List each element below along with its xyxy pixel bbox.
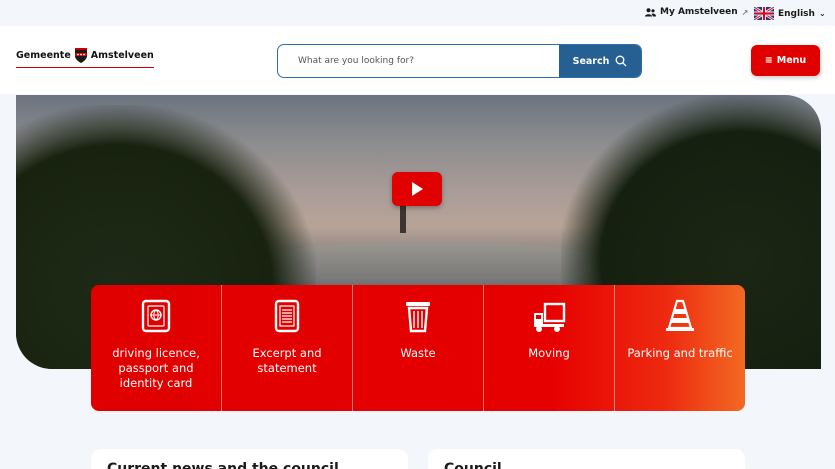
service-tiles: driving licence, passport and identity c… xyxy=(91,285,745,411)
council-card-title: Council xyxy=(444,461,502,469)
logo-text-left: Gemeente xyxy=(16,50,71,61)
users-icon xyxy=(645,7,656,16)
menu-button[interactable]: ≡ Menu xyxy=(751,45,820,76)
logo-text-right: Amstelveen xyxy=(90,50,154,61)
search-icon xyxy=(615,55,627,67)
traffic-cone-icon xyxy=(666,299,694,331)
trash-bin-icon xyxy=(406,302,430,333)
hero-church-tower xyxy=(400,205,406,233)
chevron-down-icon: ⌄ xyxy=(818,9,826,18)
coat-of-arms-icon xyxy=(74,47,87,63)
tile-label: driving licence, passport and identity c… xyxy=(112,346,200,390)
document-icon xyxy=(274,299,300,333)
utility-bar: My Amstelveen ↗ English ⌄ xyxy=(0,0,835,26)
council-card[interactable]: Council xyxy=(428,449,745,469)
site-header: Gemeente Amstelveen Search ≡ Menu xyxy=(0,26,835,94)
tile-label: Waste xyxy=(400,346,436,360)
moving-truck-icon xyxy=(534,302,566,332)
uk-flag-icon xyxy=(754,7,774,20)
tile-waste[interactable]: Waste xyxy=(353,285,484,411)
passport-icon xyxy=(141,299,171,333)
my-amstelveen-label: My Amstelveen xyxy=(660,7,738,17)
tile-moving[interactable]: Moving xyxy=(484,285,615,411)
my-amstelveen-link[interactable]: My Amstelveen ↗ xyxy=(645,7,748,17)
search-input[interactable] xyxy=(278,45,560,77)
language-selector[interactable]: English ⌄ xyxy=(754,7,826,20)
play-video-button[interactable] xyxy=(392,172,442,206)
news-card[interactable]: Current news and the council xyxy=(91,449,408,469)
tile-label: Moving xyxy=(528,346,570,360)
search-bar: Search xyxy=(277,44,642,78)
tile-label: Excerpt and statement xyxy=(252,346,322,375)
hamburger-icon: ≡ xyxy=(764,55,773,66)
search-button[interactable]: Search xyxy=(559,45,641,77)
play-icon xyxy=(412,182,423,196)
site-logo[interactable]: Gemeente Amstelveen xyxy=(16,46,154,68)
search-button-label: Search xyxy=(572,55,610,67)
tile-parking[interactable]: Parking and traffic xyxy=(615,285,745,411)
news-card-title: Current news and the council xyxy=(107,461,339,469)
tile-excerpt[interactable]: Excerpt and statement xyxy=(222,285,353,411)
menu-button-label: Menu xyxy=(776,55,807,66)
external-link-icon: ↗ xyxy=(741,7,749,17)
language-label: English xyxy=(778,8,815,19)
tile-passport[interactable]: driving licence, passport and identity c… xyxy=(91,285,222,411)
tile-label: Parking and traffic xyxy=(627,346,733,360)
